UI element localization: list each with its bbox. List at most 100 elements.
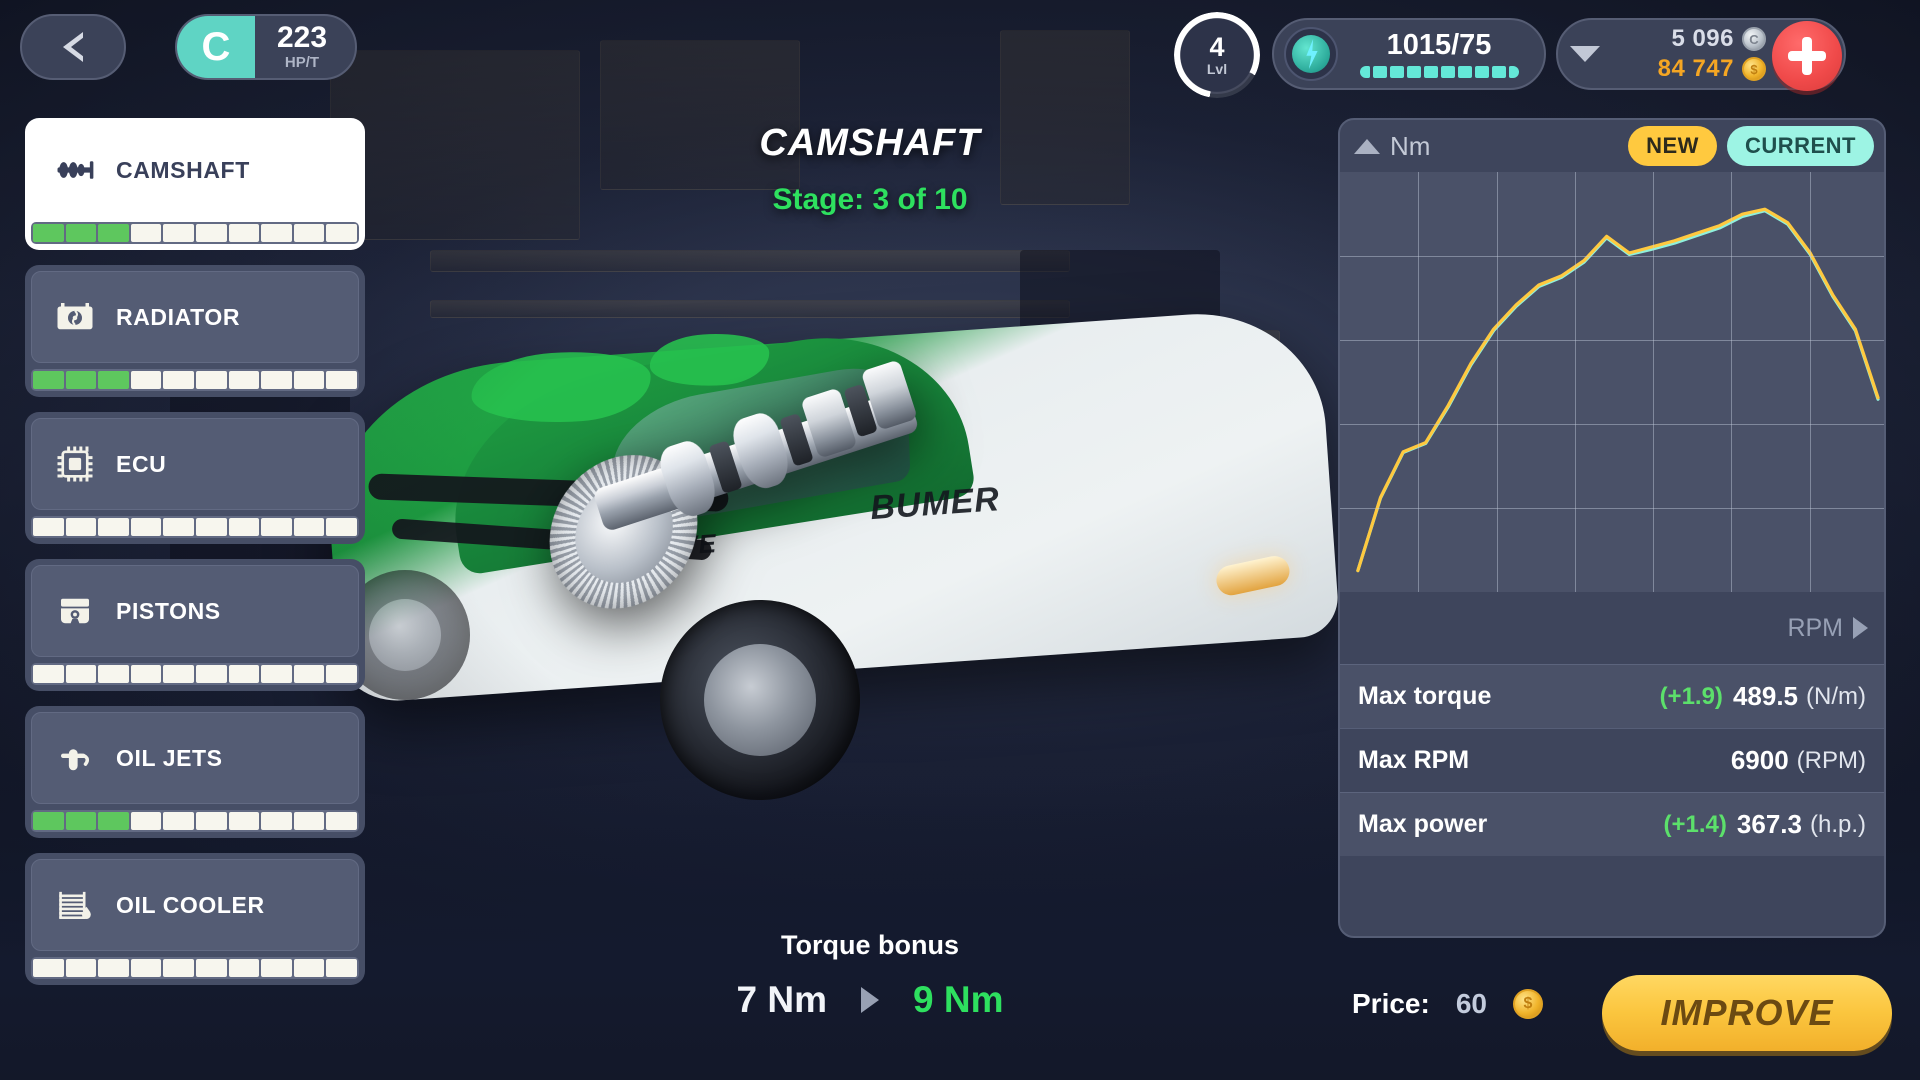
triangle-right-icon: [861, 987, 879, 1013]
part-card-body: CAMSHAFT: [31, 124, 359, 216]
hp-unit: HP/T: [284, 54, 320, 71]
progress-segment: [261, 812, 292, 830]
torque-bonus-new: 9 Nm: [913, 979, 1004, 1020]
progress-segment: [326, 518, 357, 536]
sidebar-item-oil-cooler[interactable]: OIL COOLER: [25, 853, 365, 985]
sidebar-item-radiator[interactable]: RADIATOR: [25, 265, 365, 397]
progress-segment: [261, 665, 292, 683]
hp-value: 223: [276, 21, 328, 54]
chevron-left-icon: [63, 32, 84, 62]
progress-segment: [130, 959, 162, 977]
chevron-down-icon[interactable]: [1570, 46, 1600, 62]
energy-meter[interactable]: 1015/75: [1272, 18, 1546, 90]
part-label: PISTONS: [116, 597, 221, 624]
progress-segment: [195, 371, 227, 389]
sidebar-item-camshaft[interactable]: CAMSHAFT: [25, 118, 365, 250]
add-currency-button[interactable]: [1772, 21, 1842, 91]
silver-amount: 5 096: [1671, 25, 1734, 52]
tab-current[interactable]: CURRENT: [1726, 126, 1874, 166]
progress-segment: [130, 665, 162, 683]
rank-hp-badge: C 223 HP/T: [175, 14, 357, 80]
progress-segment: [130, 224, 162, 242]
back-button[interactable]: [20, 14, 126, 80]
progress-segment: [65, 371, 97, 389]
progress-segment: [65, 812, 97, 830]
energy-segment: [1359, 65, 1370, 78]
gold-currency-row: 84 747 $: [1658, 55, 1766, 83]
part-card-body: ECU: [31, 418, 359, 510]
progress-segment: [195, 224, 227, 242]
tab-new[interactable]: NEW: [1628, 126, 1717, 166]
progress-segment: [293, 959, 325, 977]
progress-segment: [228, 371, 260, 389]
level-label: Lvl: [1206, 60, 1228, 77]
progress-segment: [98, 959, 129, 977]
progress-segment: [228, 518, 260, 536]
price-value: 60: [1455, 988, 1487, 1019]
stats-table: Max torque (+1.9) 489.5 (N/m) Max RPM 6900 (RP…: [1340, 664, 1884, 856]
x-axis-row: RPM: [1340, 592, 1884, 664]
progress-segment: [228, 665, 260, 683]
level-value: 4: [1209, 31, 1225, 62]
progress-segment: [326, 812, 357, 830]
progress-segment: [33, 812, 64, 830]
progress-segment: [98, 518, 129, 536]
part-card-body: OIL JETS: [31, 712, 359, 804]
oil-jet-icon: [54, 737, 96, 779]
progress-segment: [228, 812, 260, 830]
progress-segment: [261, 959, 292, 977]
progress-segment: [326, 371, 357, 389]
performance-panel: Nm NEW CURRENT RPM Max torque (+1.9) 489.5…: [1338, 118, 1886, 938]
gold-coin-icon: $: [1512, 989, 1543, 1019]
progress-segment: [195, 812, 227, 830]
progress-segment: [98, 371, 129, 389]
stat-unit: (RPM): [1796, 746, 1866, 774]
chart-gridline-vertical: [1653, 172, 1655, 592]
chart-curves: [1356, 207, 1880, 573]
currency-bar: 5 096 C 84 747 $: [1556, 18, 1846, 91]
energy-segment: [1423, 65, 1438, 78]
progress-segment: [261, 224, 292, 242]
torque-bonus-old: 7 Nm: [736, 979, 827, 1020]
chart-gridline-horizontal: [1340, 508, 1884, 509]
progress-segment: [130, 518, 162, 536]
progress-segment: [163, 959, 194, 977]
sidebar-item-ecu[interactable]: ECU: [25, 412, 365, 544]
stat-value: 489.5: [1732, 681, 1799, 711]
improve-button[interactable]: IMPROVE: [1602, 975, 1892, 1051]
stat-name: Max RPM: [1358, 746, 1470, 774]
stat-unit: (h.p.): [1809, 810, 1866, 838]
sidebar-item-oil-jets[interactable]: OIL JETS: [25, 706, 365, 838]
stat-value: 367.3: [1736, 809, 1802, 839]
progress-segment: [293, 665, 325, 683]
progress-segment: [293, 518, 325, 536]
radiator-icon: [54, 296, 96, 338]
price-block: Price: 60 $: [1352, 988, 1543, 1020]
part-card-body: OIL COOLER: [31, 859, 359, 951]
part-label: CAMSHAFT: [116, 156, 250, 183]
triangle-up-icon: [1354, 138, 1380, 154]
piston-icon: [54, 590, 96, 632]
progress-segment: [163, 812, 194, 830]
stat-delta: (+1.9): [1659, 682, 1723, 710]
progress-segment: [33, 518, 64, 536]
torque-bonus-title: Torque bonus: [781, 930, 959, 960]
energy-segment: [1508, 65, 1519, 78]
part-label: ECU: [116, 450, 167, 477]
top-hud: C 223 HP/T 4 Lvl 1015/75 5 096 C 84 747 …: [0, 14, 1920, 94]
progress-segment: [65, 959, 97, 977]
part-progress-bar: [31, 222, 359, 244]
progress-segment: [98, 224, 129, 242]
stat-row: Max torque (+1.9) 489.5 (N/m): [1340, 664, 1884, 728]
silver-coin-icon: C: [1742, 27, 1766, 51]
sidebar-item-pistons[interactable]: PISTONS: [25, 559, 365, 691]
energy-segment: [1491, 65, 1506, 78]
chart-gridline-vertical: [1809, 172, 1811, 592]
torque-chart: [1340, 172, 1884, 592]
progress-segment: [130, 812, 162, 830]
stat-delta: (+1.4): [1663, 810, 1727, 838]
stat-name: Max power: [1358, 810, 1488, 838]
price-label: Price:: [1352, 988, 1430, 1019]
progress-segment: [261, 518, 292, 536]
part-card-body: PISTONS: [31, 565, 359, 657]
